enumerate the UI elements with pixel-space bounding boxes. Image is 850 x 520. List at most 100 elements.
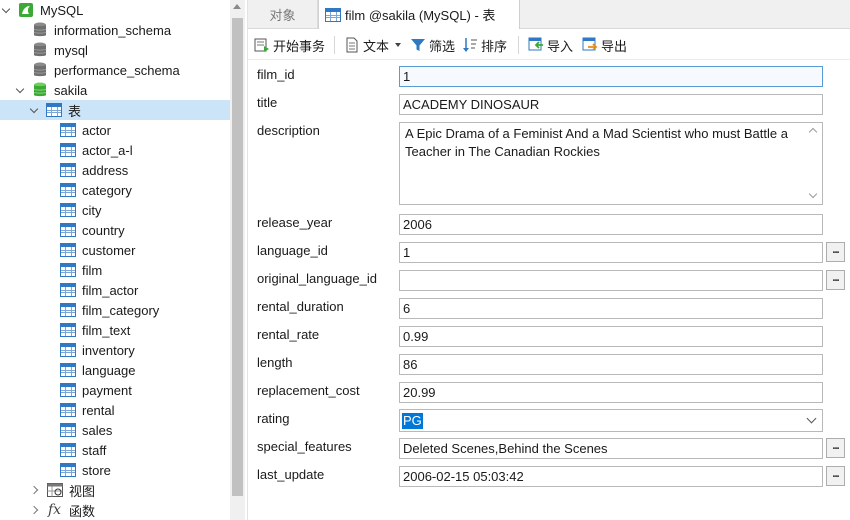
tree-node-table[interactable]: language xyxy=(0,360,230,380)
table-label: address xyxy=(82,162,129,178)
tree-node-table[interactable]: film xyxy=(0,260,230,280)
table-icon xyxy=(60,163,76,177)
tree-node-database[interactable]: information_schema xyxy=(0,20,230,40)
rating-select[interactable]: PG xyxy=(399,409,823,432)
tree-node-table[interactable]: inventory xyxy=(0,340,230,360)
tree-node-table[interactable]: category xyxy=(0,180,230,200)
tree-node-table[interactable]: film_text xyxy=(0,320,230,340)
table-label: film_actor xyxy=(82,282,139,298)
sort-button[interactable]: 排序 xyxy=(462,35,507,55)
replacement-cost-input[interactable]: 20.99 xyxy=(399,382,823,403)
table-icon xyxy=(60,443,76,457)
table-icon xyxy=(60,263,76,277)
tree-node-table[interactable]: payment xyxy=(0,380,230,400)
tree-node-table[interactable]: actor_a-l xyxy=(0,140,230,160)
import-button[interactable]: 导入 xyxy=(528,35,573,55)
tree-node-table[interactable]: film_category xyxy=(0,300,230,320)
expand-chevron-icon[interactable] xyxy=(16,85,26,95)
tree-node-tables[interactable]: 表 xyxy=(0,100,230,120)
table-icon xyxy=(60,463,76,477)
tab-label: film @sakila (MySQL) - 表 xyxy=(345,8,496,23)
language-id-input[interactable]: 1 xyxy=(399,242,823,263)
tree-node-table[interactable]: store xyxy=(0,460,230,480)
scroll-up-arrow-icon[interactable] xyxy=(233,4,241,9)
tree-node-table[interactable]: city xyxy=(0,200,230,220)
tab-label: 对象 xyxy=(269,8,296,23)
filter-button[interactable]: 筛选 xyxy=(410,35,455,55)
expand-chevron-icon[interactable] xyxy=(31,485,41,495)
database-label: mysql xyxy=(54,42,88,58)
tree-node-table[interactable]: sales xyxy=(0,420,230,440)
original-language-id-lookup-button[interactable]: ... xyxy=(826,270,845,290)
tree-node-table[interactable]: address xyxy=(0,160,230,180)
last-update-input[interactable]: 2006-02-15 05:03:42 xyxy=(399,466,823,487)
field-label-title: title xyxy=(257,95,278,110)
tab-strip: 对象 film @sakila (MySQL) - 表 xyxy=(248,0,850,29)
tree-node-table[interactable]: country xyxy=(0,220,230,240)
language-id-lookup-button[interactable]: ... xyxy=(826,242,845,262)
table-label: language xyxy=(82,362,136,378)
expand-chevron-icon[interactable] xyxy=(30,105,40,115)
scroll-down-arrow-icon[interactable] xyxy=(808,189,818,199)
tab-objects[interactable]: 对象 xyxy=(248,0,318,29)
film-id-input[interactable]: 1 xyxy=(399,66,823,87)
database-icon xyxy=(33,22,47,38)
mysql-connection-icon xyxy=(18,2,34,18)
function-icon: fx xyxy=(48,502,62,518)
document-icon xyxy=(344,37,360,53)
chevron-down-icon[interactable] xyxy=(806,413,817,424)
text-view-button[interactable]: 文本 xyxy=(344,35,402,55)
release-year-input[interactable]: 2006 xyxy=(399,214,823,235)
tree-node-table[interactable]: film_actor xyxy=(0,280,230,300)
special-features-lookup-button[interactable]: ... xyxy=(826,438,845,458)
record-form: film_id 1 title ACADEMY DINOSAUR descrip… xyxy=(248,60,850,520)
tab-film-table[interactable]: film @sakila (MySQL) - 表 xyxy=(318,0,520,29)
tree-scrollbar[interactable] xyxy=(230,0,245,520)
scroll-thumb[interactable] xyxy=(232,18,243,496)
table-icon xyxy=(60,303,76,317)
expand-chevron-icon[interactable] xyxy=(2,5,12,15)
object-tree[interactable]: MySQL information_schema mysql performan… xyxy=(0,0,248,520)
export-button[interactable]: 导出 xyxy=(582,35,627,55)
rental-duration-input[interactable]: 6 xyxy=(399,298,823,319)
rental-rate-input[interactable]: 0.99 xyxy=(399,326,823,347)
table-label: store xyxy=(82,462,111,478)
table-icon xyxy=(60,143,76,157)
table-label: country xyxy=(82,222,125,238)
field-label-description: description xyxy=(257,123,320,138)
dropdown-caret-icon[interactable] xyxy=(395,43,402,47)
table-label: inventory xyxy=(82,342,135,358)
tree-node-database[interactable]: mysql xyxy=(0,40,230,60)
field-label-language-id: language_id xyxy=(257,243,328,258)
tree-node-sakila[interactable]: sakila xyxy=(0,80,230,100)
tree-node-table[interactable]: customer xyxy=(0,240,230,260)
field-label-length: length xyxy=(257,355,293,370)
filter-icon xyxy=(410,37,426,53)
tree-node-mysql[interactable]: MySQL xyxy=(0,0,230,20)
table-label: customer xyxy=(82,242,136,258)
tree-node-functions[interactable]: fx 函数 xyxy=(0,500,230,520)
expand-chevron-icon[interactable] xyxy=(31,505,41,515)
special-features-input[interactable]: Deleted Scenes,Behind the Scenes xyxy=(399,438,823,459)
views-node-label: 视图 xyxy=(69,483,96,499)
length-input[interactable]: 86 xyxy=(399,354,823,375)
tree-node-database[interactable]: performance_schema xyxy=(0,60,230,80)
tree-node-table[interactable]: rental xyxy=(0,400,230,420)
field-label-rating: rating xyxy=(257,411,290,426)
last-update-picker-button[interactable]: ... xyxy=(826,466,845,486)
tree-node-table[interactable]: staff xyxy=(0,440,230,460)
table-icon xyxy=(60,383,76,397)
original-language-id-input[interactable] xyxy=(399,270,823,291)
table-label: film_text xyxy=(82,322,131,338)
scroll-up-arrow-icon[interactable] xyxy=(808,127,818,137)
filter-label: 筛选 xyxy=(429,38,456,54)
begin-transaction-button[interactable]: 开始事务 xyxy=(254,35,325,55)
table-icon xyxy=(60,343,76,357)
title-input[interactable]: ACADEMY DINOSAUR xyxy=(399,94,823,115)
tree-node-table[interactable]: actor xyxy=(0,120,230,140)
tree-node-views[interactable]: 视图 xyxy=(0,480,230,500)
textarea-scrollbar[interactable] xyxy=(806,123,822,204)
toolbar: 开始事务 文本 筛选 排序 导入 导出 xyxy=(248,30,850,60)
description-textarea[interactable]: A Epic Drama of a Feminist And a Mad Sci… xyxy=(399,122,823,205)
table-label: film xyxy=(82,262,103,278)
